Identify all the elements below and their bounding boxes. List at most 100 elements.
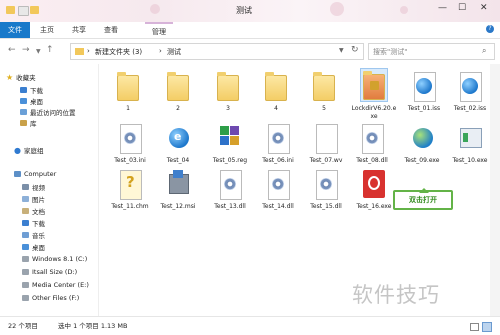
file-name: Test_06.ini (262, 157, 294, 164)
sidebar-item-documents[interactable]: 文档 (22, 206, 45, 216)
file-name: Test_07.wv (309, 157, 343, 164)
sidebar-item-downloads2[interactable]: 下载 (22, 218, 45, 228)
close-icon[interactable]: ✕ (480, 3, 488, 13)
file-item[interactable]: Test_05.reg (206, 122, 254, 165)
file-item[interactable]: Test_10.exe (446, 122, 494, 165)
sidebar-item-desktop[interactable]: 桌面 (20, 96, 43, 106)
installer-icon (165, 168, 191, 200)
tab-home[interactable]: 主页 (34, 22, 60, 38)
file-name: 1 (126, 105, 130, 112)
file-name: Test_13.dll (214, 203, 246, 210)
sidebar-item-label: 家庭组 (23, 147, 44, 155)
chevron-down-icon[interactable]: ▼ (339, 47, 344, 54)
red-application-icon (361, 168, 387, 200)
refresh-icon[interactable]: ↻ (351, 45, 359, 55)
file-item[interactable]: Test_12.msi (154, 168, 202, 211)
tab-share[interactable]: 共享 (66, 22, 92, 38)
file-name: LockdirV6.20.exe (351, 105, 397, 120)
tab-manage[interactable]: 管理 (145, 22, 173, 40)
chevron-down-icon[interactable]: ▼ (36, 48, 41, 55)
help-icon[interactable]: ? (486, 25, 494, 33)
search-icon[interactable]: ⌕ (482, 46, 486, 56)
file-item[interactable]: Test_15.dll (302, 168, 350, 211)
details-view-icon[interactable] (470, 323, 479, 331)
breadcrumb-item[interactable]: 新建文件夹 (3) (95, 47, 142, 57)
sidebar-item-label: 文档 (32, 208, 45, 216)
file-item[interactable]: Test_06.ini (254, 122, 302, 165)
sidebar-item-computer[interactable]: Computer (14, 170, 56, 178)
maximize-icon[interactable]: ☐ (458, 3, 466, 13)
file-item[interactable]: Test_09.exe (398, 122, 446, 165)
file-name: Test_03.ini (114, 157, 146, 164)
sidebar-item-pictures[interactable]: 图片 (22, 194, 45, 204)
floral-decoration (400, 6, 408, 14)
file-name: Test_16.exe (356, 203, 392, 210)
breadcrumb-item[interactable]: 测试 (167, 47, 181, 57)
quick-access-folder-icon[interactable] (30, 6, 39, 14)
sidebar-item-drive-d[interactable]: Itsall Size (D:) (22, 268, 77, 276)
file-item[interactable]: 2 (154, 70, 202, 113)
sidebar-item-libraries[interactable]: 库 (20, 118, 37, 128)
folder-icon (115, 70, 141, 102)
quick-access-icon[interactable] (18, 6, 29, 16)
file-name: 5 (322, 105, 326, 112)
title-bar: 测试 — ☐ ✕ (0, 0, 500, 22)
search-input[interactable]: 搜索"测试" ⌕ (368, 43, 495, 60)
sidebar-item-favorites[interactable]: ★ 收藏夹 (6, 72, 36, 83)
sidebar-item-label: 桌面 (30, 98, 43, 106)
folder-icon (165, 70, 191, 102)
large-icons-view-icon[interactable] (482, 322, 492, 332)
folder-icon (75, 48, 84, 55)
sidebar-item-drive-c[interactable]: Windows 8.1 (C:) (22, 255, 87, 263)
file-item[interactable]: Test_07.wv (302, 122, 350, 165)
sidebar-item-drive-f[interactable]: Other Files (F:) (22, 294, 79, 302)
drive-icon (22, 282, 29, 288)
tab-view[interactable]: 查看 (98, 22, 124, 38)
pictures-icon (22, 196, 29, 202)
sidebar-item-music[interactable]: 音乐 (22, 230, 45, 240)
up-icon[interactable]: ↑ (46, 45, 54, 55)
download-icon (20, 87, 27, 93)
file-item[interactable]: 1 (104, 70, 152, 113)
back-icon[interactable]: ← (8, 45, 16, 55)
file-item[interactable]: 4 (252, 70, 300, 113)
file-item[interactable]: e Test_04 (154, 122, 202, 165)
sidebar-item-homegroup[interactable]: ● 家庭组 (14, 145, 44, 156)
file-item[interactable]: Test_13.dll (206, 168, 254, 211)
sidebar-item-videos[interactable]: 视频 (22, 182, 45, 192)
sidebar-item-label: Media Center (E:) (32, 281, 89, 289)
minimize-icon[interactable]: — (438, 3, 447, 13)
file-item[interactable]: Test_02.iss (446, 70, 494, 113)
download-icon (22, 220, 29, 226)
sidebar-item-downloads[interactable]: 下载 (20, 85, 43, 95)
sidebar-item-desktop2[interactable]: 桌面 (22, 242, 45, 252)
file-name: Test_15.dll (310, 203, 342, 210)
settings-file-icon (265, 122, 291, 154)
file-item[interactable]: Test_08.dll (348, 122, 396, 165)
file-item[interactable]: Test_03.ini (106, 122, 154, 165)
watermark: 软件技巧 (352, 283, 440, 307)
file-item[interactable]: Test_01.iss (400, 70, 448, 113)
forward-icon[interactable]: → (22, 45, 30, 55)
file-name: Test_08.dll (356, 157, 388, 164)
sidebar-item-recent[interactable]: 最近访问的位置 (20, 107, 76, 117)
file-item[interactable]: Test_16.exe (350, 168, 398, 211)
drive-icon (22, 256, 29, 262)
dll-file-icon (217, 168, 243, 200)
vertical-scrollbar[interactable] (490, 64, 500, 316)
item-count: 22 个项目 (8, 322, 38, 330)
file-item[interactable]: 5 (300, 70, 348, 113)
file-name: Test_09.exe (404, 157, 440, 164)
file-item[interactable]: ? Test_11.chm (106, 168, 154, 211)
app-folder-icon[interactable] (6, 6, 15, 14)
file-item-selected[interactable]: LockdirV6.20.exe (350, 68, 398, 121)
sidebar-item-drive-e[interactable]: Media Center (E:) (22, 281, 89, 289)
desktop-icon (22, 244, 29, 250)
file-name: Test_04 (166, 157, 190, 164)
file-item[interactable]: 3 (204, 70, 252, 113)
computer-icon (14, 171, 21, 177)
tab-file[interactable]: 文件 (0, 22, 30, 38)
file-item[interactable]: Test_14.dll (254, 168, 302, 211)
sidebar-item-label: 收藏夹 (16, 74, 36, 82)
address-bar[interactable]: › 新建文件夹 (3) › 测试 ▼ ↻ (70, 43, 364, 60)
